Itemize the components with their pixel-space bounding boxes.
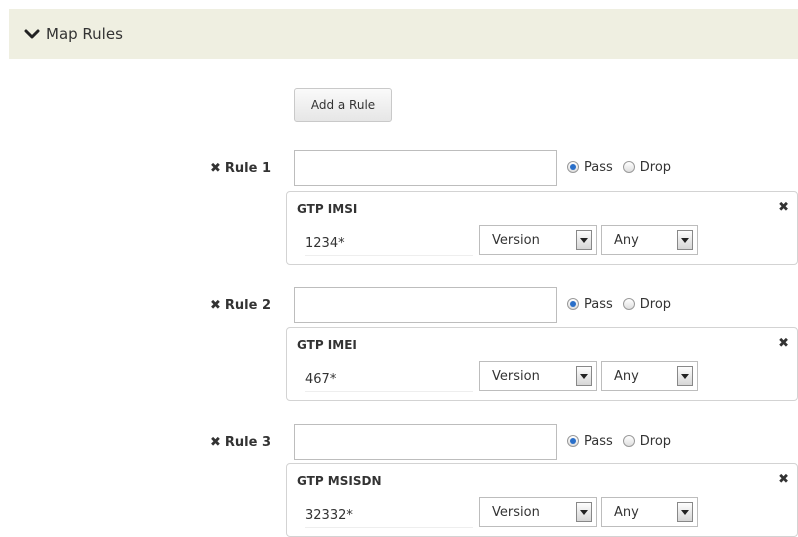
remove-rule-icon[interactable]: ✖	[210, 161, 221, 176]
version-select[interactable]: Version	[479, 225, 597, 255]
any-select[interactable]: Any	[601, 497, 698, 527]
action-radio-group: Pass Drop	[567, 431, 681, 451]
filter-value-input[interactable]	[305, 367, 473, 392]
pass-radio[interactable]	[567, 298, 579, 310]
action-radio-group: Pass Drop	[567, 294, 681, 314]
drop-label[interactable]: Drop	[640, 160, 671, 175]
version-select-value: Version	[492, 504, 540, 520]
section-header-map-rules[interactable]: Map Rules	[9, 9, 798, 59]
version-select[interactable]: Version	[479, 361, 597, 391]
pass-label[interactable]: Pass	[584, 160, 613, 175]
filter-value-input[interactable]	[305, 503, 473, 528]
any-select[interactable]: Any	[601, 361, 698, 391]
dropdown-arrow-icon[interactable]	[576, 230, 592, 250]
rule-name-input[interactable]	[294, 287, 557, 323]
dropdown-arrow-icon[interactable]	[677, 502, 693, 522]
any-select[interactable]: Any	[601, 225, 698, 255]
dropdown-arrow-icon[interactable]	[677, 366, 693, 386]
drop-label[interactable]: Drop	[640, 434, 671, 449]
version-select-value: Version	[492, 232, 540, 248]
drop-label[interactable]: Drop	[640, 297, 671, 312]
filter-type-title: GTP IMEI	[297, 338, 357, 352]
any-select-value: Any	[614, 232, 639, 248]
rule-filter-card: GTP IMSI ✖ Version Any	[286, 191, 798, 265]
filter-type-title: GTP MSISDN	[297, 474, 382, 488]
dropdown-arrow-icon[interactable]	[576, 502, 592, 522]
rule-label-text: Rule 3	[224, 434, 272, 450]
rule-filter-card: GTP MSISDN ✖ Version Any	[286, 463, 798, 537]
remove-rule-icon[interactable]: ✖	[210, 298, 221, 313]
section-title: Map Rules	[46, 25, 123, 43]
pass-radio[interactable]	[567, 161, 579, 173]
drop-radio[interactable]	[622, 435, 635, 447]
dropdown-arrow-icon[interactable]	[576, 366, 592, 386]
rule-name-input[interactable]	[294, 150, 557, 186]
rule-label-text: Rule 1	[224, 160, 272, 176]
close-icon[interactable]: ✖	[778, 336, 789, 351]
rule-label: ✖ Rule 3	[210, 432, 280, 452]
rule-label-text: Rule 2	[224, 297, 272, 313]
filter-value-input[interactable]	[305, 231, 473, 256]
add-rule-button[interactable]: Add a Rule	[294, 88, 392, 122]
dropdown-arrow-icon[interactable]	[677, 230, 693, 250]
action-radio-group: Pass Drop	[567, 157, 681, 177]
rule-label: ✖ Rule 1	[210, 158, 280, 178]
pass-label[interactable]: Pass	[584, 297, 613, 312]
drop-radio[interactable]	[622, 298, 635, 310]
rule-filter-card: GTP IMEI ✖ Version Any	[286, 327, 798, 401]
any-select-value: Any	[614, 504, 639, 520]
chevron-down-icon	[24, 29, 40, 39]
close-icon[interactable]: ✖	[778, 200, 789, 215]
pass-radio[interactable]	[567, 435, 579, 447]
rule-label: ✖ Rule 2	[210, 295, 280, 315]
filter-type-title: GTP IMSI	[297, 202, 358, 216]
version-select-value: Version	[492, 368, 540, 384]
any-select-value: Any	[614, 368, 639, 384]
pass-label[interactable]: Pass	[584, 434, 613, 449]
drop-radio[interactable]	[622, 161, 635, 173]
close-icon[interactable]: ✖	[778, 472, 789, 487]
version-select[interactable]: Version	[479, 497, 597, 527]
remove-rule-icon[interactable]: ✖	[210, 435, 221, 450]
rule-name-input[interactable]	[294, 424, 557, 460]
